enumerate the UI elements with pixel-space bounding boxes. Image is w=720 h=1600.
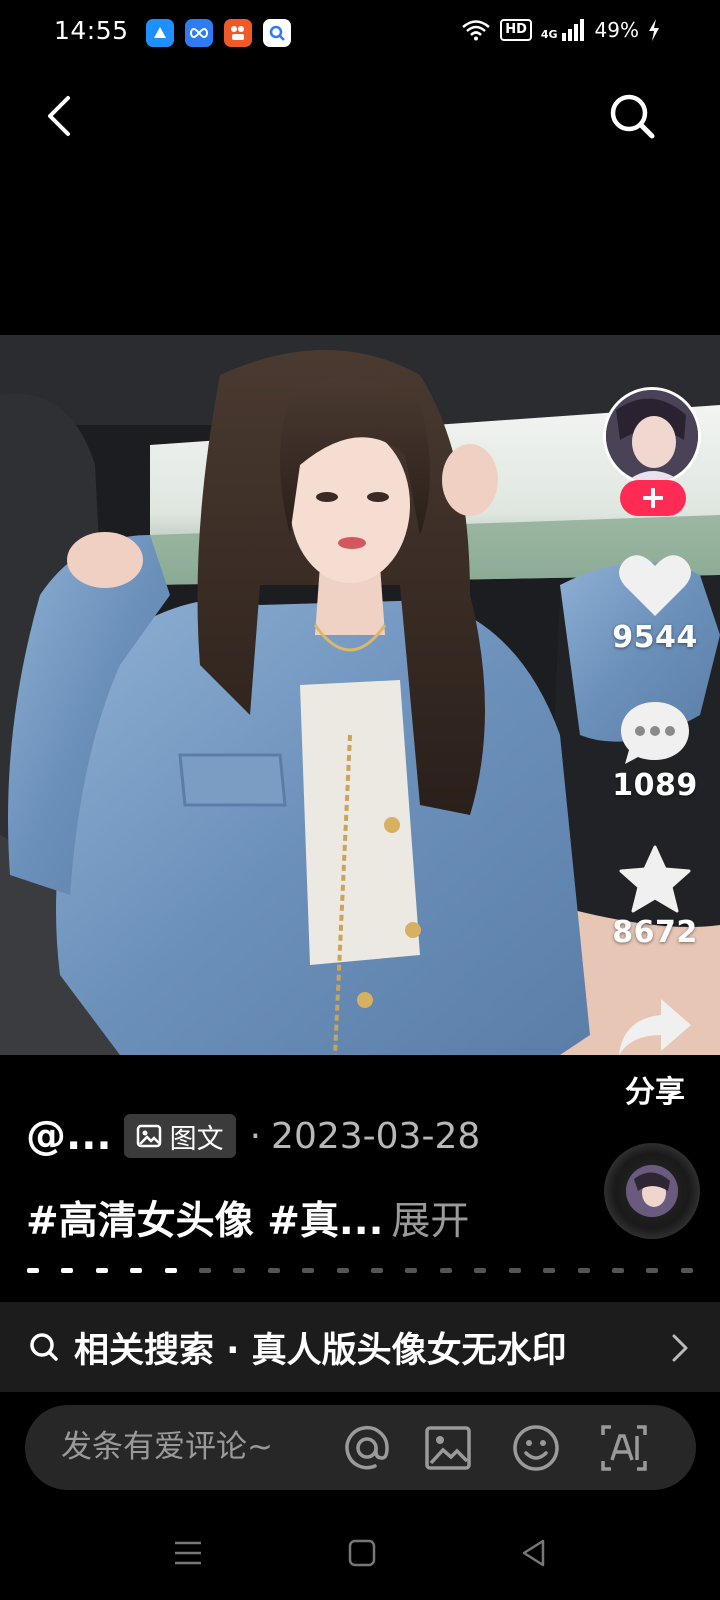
page-dot	[611, 1268, 624, 1273]
signal-icon: 4G	[541, 19, 586, 41]
ai-icon[interactable]	[599, 1423, 649, 1473]
caption-text: #高清女头像 #真...	[26, 1199, 384, 1244]
page-dot	[680, 1268, 693, 1273]
page-dot	[233, 1268, 246, 1273]
mention-icon[interactable]	[342, 1423, 392, 1473]
share-arrow-icon	[619, 999, 691, 1055]
page-dot	[577, 1268, 590, 1273]
emoji-icon[interactable]	[511, 1423, 561, 1473]
comment-button[interactable]: 1089	[600, 700, 710, 803]
chevron-right-icon	[672, 1334, 688, 1362]
star-icon	[619, 845, 691, 913]
menu-icon[interactable]	[173, 1538, 203, 1568]
status-time: 14:55	[54, 16, 129, 45]
date-separator: ·	[249, 1115, 262, 1157]
page-dot	[130, 1268, 143, 1273]
author-avatar-image	[606, 390, 698, 482]
search-icon	[610, 94, 655, 139]
page-dot	[371, 1268, 384, 1273]
back-triangle-icon[interactable]	[519, 1538, 549, 1568]
share-button[interactable]: 分享	[600, 997, 710, 1111]
comment-count: 1089	[612, 768, 698, 803]
image-page-indicator	[27, 1268, 693, 1273]
status-bar: 14:55 HD 4G 49%	[0, 0, 720, 64]
search-button[interactable]	[604, 88, 660, 144]
favorite-button[interactable]: 8672	[600, 845, 710, 950]
plus-icon	[643, 488, 663, 508]
favorite-count: 8672	[612, 915, 698, 950]
battery-level: 49%	[594, 18, 639, 42]
author-name[interactable]: @...	[26, 1113, 112, 1159]
image-icon	[136, 1124, 161, 1148]
post-type-badge: 图文	[123, 1114, 236, 1158]
related-search-text: 相关搜索 · 真人版头像女无水印	[74, 1330, 567, 1371]
post-caption[interactable]: #高清女头像 #真... 展开	[26, 1190, 469, 1246]
notification-icons	[146, 19, 291, 47]
page-dot	[336, 1268, 349, 1273]
wifi-icon	[462, 20, 490, 41]
chevron-left-icon	[48, 96, 70, 136]
like-button[interactable]: 9544	[600, 552, 710, 655]
home-icon[interactable]	[347, 1538, 377, 1568]
comment-bubble-icon	[621, 702, 689, 764]
comment-bar	[25, 1405, 696, 1490]
back-button[interactable]	[38, 88, 86, 144]
page-dot	[61, 1268, 74, 1273]
page-dot	[474, 1268, 487, 1273]
share-label: 分享	[625, 1075, 685, 1110]
heart-icon	[619, 555, 691, 616]
status-right: HD 4G 49%	[461, 18, 660, 42]
infinity-app-icon	[185, 19, 213, 47]
page-dot	[508, 1268, 521, 1273]
music-cover	[626, 1165, 678, 1217]
search-icon	[30, 1333, 58, 1361]
music-disc[interactable]	[604, 1143, 700, 1239]
expand-button[interactable]: 展开	[391, 1199, 469, 1244]
music-cover-image	[626, 1165, 678, 1217]
page-dot	[27, 1268, 39, 1273]
follow-button[interactable]	[620, 480, 686, 516]
page-dot	[267, 1268, 280, 1273]
page-dot	[439, 1268, 452, 1273]
comment-input[interactable]	[61, 1427, 331, 1467]
kuaishou-app-icon	[224, 19, 252, 47]
app-notification-icon	[146, 19, 174, 47]
page-dot	[302, 1268, 315, 1273]
charging-icon	[649, 19, 659, 41]
hd-badge: HD	[500, 19, 532, 41]
search-app-icon	[263, 19, 291, 47]
page-dot	[95, 1268, 108, 1273]
post-date-group: · 2023-03-28	[250, 1116, 481, 1157]
page-dot	[543, 1268, 556, 1273]
author-line: @... 图文 · 2023-03-28	[26, 1113, 480, 1159]
post-type-label: 图文	[169, 1123, 224, 1155]
page-dot	[405, 1268, 418, 1273]
author-avatar-group[interactable]	[603, 387, 703, 517]
related-search-bar[interactable]: 相关搜索 · 真人版头像女无水印	[0, 1302, 720, 1392]
system-navigation-bar	[0, 1510, 720, 1600]
image-picker-icon[interactable]	[423, 1423, 473, 1473]
like-count: 9544	[612, 620, 698, 655]
page-dot	[164, 1268, 177, 1273]
page-dot	[646, 1268, 659, 1273]
post-date: 2023-03-28	[271, 1115, 481, 1157]
avatar[interactable]	[603, 387, 701, 485]
page-dot	[199, 1268, 212, 1273]
